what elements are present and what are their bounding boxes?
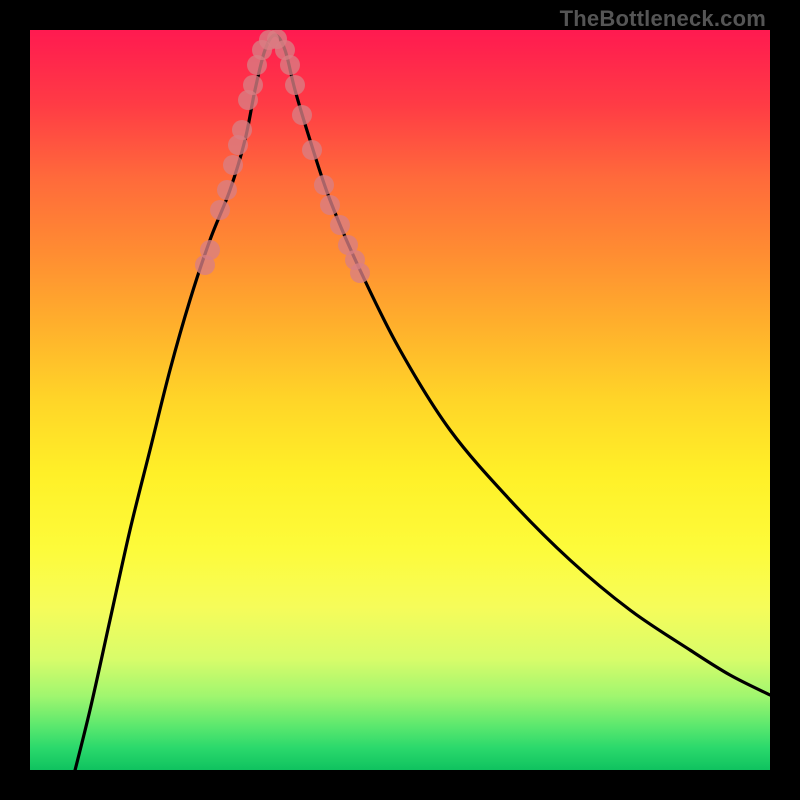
data-point-marker <box>314 175 334 195</box>
data-point-marker <box>200 240 220 260</box>
data-point-marker <box>330 215 350 235</box>
data-point-marker <box>232 120 252 140</box>
bottleneck-curve <box>70 35 770 770</box>
data-point-marker <box>280 55 300 75</box>
data-point-marker <box>210 200 230 220</box>
data-point-marker <box>217 180 237 200</box>
curve-svg <box>30 30 770 770</box>
watermark-text: TheBottleneck.com <box>560 6 766 32</box>
data-point-marker <box>320 195 340 215</box>
data-point-marker <box>285 75 305 95</box>
data-point-marker <box>292 105 312 125</box>
plot-area <box>30 30 770 770</box>
data-point-marker <box>243 75 263 95</box>
data-point-marker <box>223 155 243 175</box>
data-point-marker <box>350 263 370 283</box>
data-point-marker <box>302 140 322 160</box>
chart-container: TheBottleneck.com <box>0 0 800 800</box>
marker-group <box>195 30 370 283</box>
